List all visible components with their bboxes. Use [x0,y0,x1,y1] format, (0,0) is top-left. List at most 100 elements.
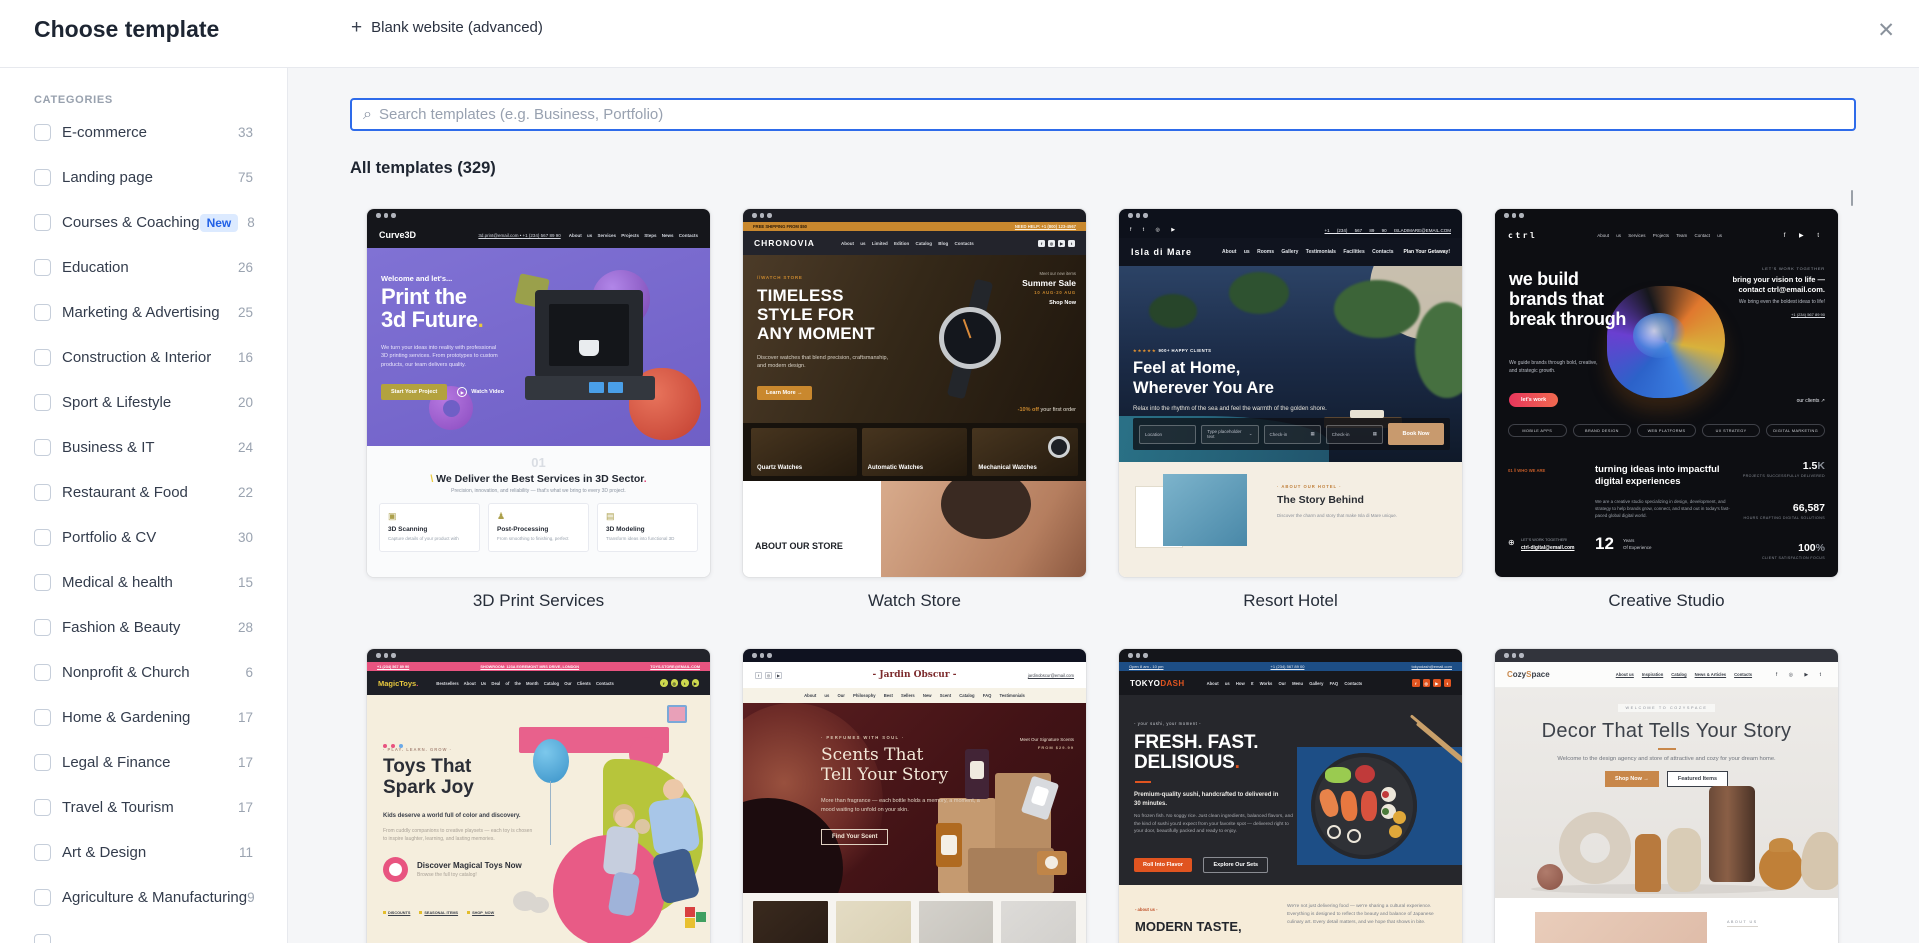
about-badge: ABOUT US [1727,920,1758,927]
template-card-magic-toys[interactable]: +1 (234) 567 89 90 SHOWROOM: 123A EGREMO… [366,648,711,943]
template-card-3d-print-services[interactable]: Curve3D 3d.print@email.com • +1 (234) 56… [366,208,711,611]
template-card-watch-store[interactable]: FREE SHIPPING FROM $50 NEED HELP: +1 (80… [742,208,1087,611]
search-input[interactable] [378,106,1843,123]
template-preview[interactable]: f t ◎ ▶ +1 (234) 567 89 90 ISLADIMARE@EM… [1118,208,1463,578]
sidebar-item-landing-page[interactable]: Landing page 75 [34,167,253,188]
checkbox[interactable] [34,934,51,943]
clients-badge: ★★★★★ 900+ HAPPY CLIENTS [1133,348,1212,353]
sidebar-item-medical-health[interactable]: Medical & health 15 [34,572,253,593]
hero-kicker: Welcome and let's... [381,274,453,283]
preview-nav: About us How It Works Our Menu Gallery F… [1206,680,1363,686]
category-tiles: Quartz Watches Automatic Watches Mechani… [743,423,1086,481]
template-card-resort-hotel[interactable]: f t ◎ ▶ +1 (234) 567 89 90 ISLADIMARE@EM… [1118,208,1463,611]
top-bar: +1 (234) 567 89 90 SHOWROOM: 123A EGREMO… [367,662,710,671]
search-box[interactable]: ⌕ [350,98,1856,131]
email-link: ctrl-digital@email.com [1521,545,1575,551]
sidebar-item-travel-tourism[interactable]: Travel & Tourism 17 [34,797,253,818]
sidebar-item-agriculture-manufacturing[interactable]: Agriculture & Manufacturing 9 [34,887,255,908]
preview-header: CozySpace About us Inspiration Catalog News… [1495,662,1838,688]
sidebar-item-home-gardening[interactable]: Home & Gardening 17 [34,707,253,728]
template-card-tokyodash[interactable]: Open 8 am - 10 pm +1 (234) 567 89 00 tok… [1118,648,1463,943]
preview-nav: About us Rooms Gallery Testimonials Faci… [1222,249,1394,255]
checkbox[interactable] [34,304,51,321]
checkbox[interactable] [34,439,51,456]
category-label: Courses & Coaching [62,214,200,231]
template-preview[interactable]: CozySpace About us Inspiration Catalog News… [1494,648,1839,943]
checkbox[interactable] [34,124,51,141]
preview-hero: //WATCH STORE TIMELESS STYLE FOR ANY MOMEN… [743,255,1086,423]
checkbox[interactable] [34,619,51,636]
template-card-creative-studio[interactable]: ctrl About us Services Projects Team Con… [1494,208,1839,611]
template-card-cozyspace[interactable]: CozySpace About us Inspiration Catalog News… [1494,648,1839,943]
bunny-icon [383,857,408,882]
sidebar-item-fashion-beauty[interactable]: Fashion & Beauty 28 [34,617,253,638]
checkbox[interactable] [34,799,51,816]
sidebar-item-construction-interior[interactable]: Construction & Interior 16 [34,347,253,368]
scrollbar-thumb[interactable] [1850,190,1853,206]
sidebar-item-portfolio-cv[interactable]: Portfolio & CV 30 [34,527,253,548]
feature-cards: ▣ 3D Scanning Capture details of your pr… [367,503,710,552]
checkbox[interactable] [34,664,51,681]
checkbox[interactable] [34,574,51,591]
sidebar-item-marketing-advertising[interactable]: Marketing & Advertising 25 [34,302,253,323]
checkbox[interactable] [34,709,51,726]
sidebar-item-education[interactable]: Education 26 [34,257,253,278]
booking-bar: Location Type placeholder text ⌄ Check-in… [1133,418,1450,450]
checkbox[interactable] [34,484,51,501]
sidebar-item-art-design[interactable]: Art & Design 11 [34,842,253,863]
checkbox[interactable] [34,529,51,546]
preview-hero: WELCOME TO COZYSPACE Decor That Tells Yo… [1495,688,1838,898]
checkbox[interactable] [34,169,51,186]
tile-quartz: Quartz Watches [751,428,857,476]
close-icon[interactable]: ✕ [1873,14,1899,47]
section-number: 01 [531,455,546,470]
checkbox[interactable] [34,349,51,366]
sale-promo: Meet our new items Summer Sale 10 AUG-20… [976,271,1076,306]
sidebar-item-partial[interactable] [34,932,253,943]
checkbox[interactable] [34,889,51,906]
about-heading: ABOUT OUR STORE [755,541,843,551]
sidebar-item-restaurant-food[interactable]: Restaurant & Food 22 [34,482,253,503]
preview-header: MagicToys. Bestsellers About Us Deal of … [367,671,710,695]
category-label: Fashion & Beauty [62,619,181,636]
sidebar-item-sport-lifestyle[interactable]: Sport & Lifestyle 20 [34,392,253,413]
learn-more-button: Learn More → [757,386,812,400]
blank-website-button[interactable]: + Blank website (advanced) [351,18,543,37]
top-bar: Open 8 am - 10 pm +1 (234) 567 89 00 tok… [1119,662,1462,671]
template-preview[interactable]: FREE SHIPPING FROM $50 NEED HELP: +1 (80… [742,208,1087,578]
hero-heading: Print the 3d Future. [381,284,484,332]
checkbox[interactable] [34,754,51,771]
template-preview[interactable]: Curve3D 3d.print@email.com • +1 (234) 56… [366,208,711,578]
browser-chrome [743,649,1086,662]
cta-row: Discover Magical Toys Now Browse the ful… [383,857,522,882]
template-card-jardin-obscur[interactable]: f ◎ ▶ - Jardin Obscur - jardinobscur@ema… [742,648,1087,943]
preview-logo: Curve3D [379,230,417,240]
social-icons: f ◎ ▶ t [1038,239,1075,247]
sidebar-item-courses-coaching[interactable]: Courses & Coaching New 8 [34,212,255,233]
preview-logo: CozySpace [1507,670,1550,679]
sidebar-item-e-commerce[interactable]: E-commerce 33 [34,122,253,143]
template-preview[interactable]: f ◎ ▶ - Jardin Obscur - jardinobscur@ema… [742,648,1087,943]
gift-shape [667,705,687,723]
checkbox[interactable] [34,394,51,411]
sidebar-item-nonprofit-church[interactable]: Nonprofit & Church 6 [34,662,253,683]
category-count: 30 [237,530,253,545]
category-label: Business & IT [62,439,155,456]
checkbox[interactable] [34,214,51,231]
vase-shape [1801,832,1838,890]
checkbox[interactable] [34,844,51,861]
template-preview[interactable]: Open 8 am - 10 pm +1 (234) 567 89 00 tok… [1118,648,1463,943]
facebook-icon: f [1038,239,1045,247]
feature-card: ♟ Post-Processing From smoothing to fini… [488,503,589,552]
checkbox[interactable] [34,259,51,276]
signature-promo: Meet Our Signature Scents FROM $29.99 [1019,737,1074,750]
social-icons: f ◎ ▶ t [1412,679,1451,687]
sidebar-item-legal-finance[interactable]: Legal & Finance 17 [34,752,253,773]
sidebar-item-business-it[interactable]: Business & IT 24 [34,437,253,458]
social-icons: f ◎ ▶ t [1775,671,1826,678]
social-icons: f ▶ t [1783,232,1825,239]
hero-paragraph: We turn your ideas into reality with pro… [381,345,498,368]
template-preview[interactable]: ctrl About us Services Projects Team Con… [1494,208,1839,578]
preview-hero: · PLAY. LEARN. GROW · Toys That Spark Joy… [367,695,710,943]
template-preview[interactable]: +1 (234) 567 89 90 SHOWROOM: 123A EGREMO… [366,648,711,943]
